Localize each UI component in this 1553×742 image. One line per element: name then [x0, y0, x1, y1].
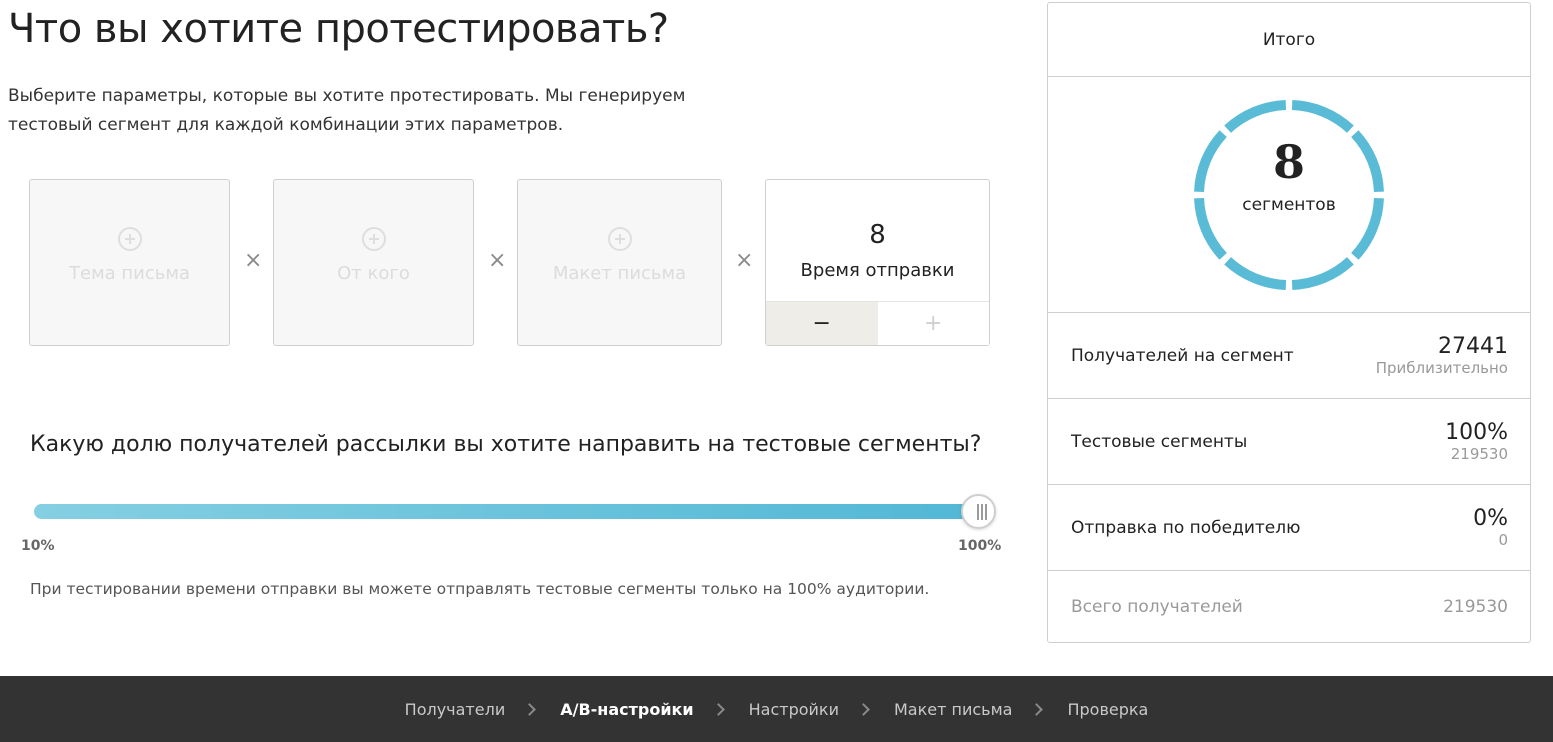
summary-panel: Итого 8 сегментов Получателей на сегмент…: [1047, 2, 1531, 643]
share-slider-track[interactable]: [34, 504, 978, 519]
segments-count: 8: [1272, 135, 1305, 189]
row-value: 219530: [1443, 597, 1508, 617]
segments-label: сегментов: [1242, 195, 1336, 215]
add-circle-icon: [607, 227, 632, 251]
step-recipients[interactable]: Получатели: [405, 700, 506, 719]
multiply-icon: ×: [735, 248, 754, 273]
row-label: Всего получателей: [1071, 597, 1243, 617]
param-card-label: От кого: [337, 263, 410, 284]
row-value: 0%: [1473, 506, 1508, 531]
row-label: Тестовые сегменты: [1071, 432, 1248, 452]
page-description: Выберите параметры, которые вы хотите пр…: [8, 86, 686, 135]
share-note: При тестировании времени отправки вы мож…: [30, 580, 930, 598]
chevron-right-icon: [711, 702, 725, 716]
chevron-right-icon: [1030, 702, 1044, 716]
grip-line: [976, 504, 979, 520]
chevron-right-icon: [523, 702, 537, 716]
share-slider-handle[interactable]: [960, 494, 996, 529]
param-card-from[interactable]: От кого: [273, 179, 474, 346]
summary-row-total: Всего получателей 219530: [1048, 571, 1530, 643]
summary-row-winner-send: Отправка по победителю 0% 0: [1048, 485, 1530, 571]
add-circle-icon: [361, 227, 386, 251]
row-label: Получателей на сегмент: [1071, 346, 1294, 366]
send-time-count: 8: [869, 220, 886, 250]
ring-segment: [1224, 100, 1287, 133]
chevron-right-icon: [857, 702, 870, 716]
wizard-steps: Получатели A/B-настройки Настройки Макет…: [0, 676, 1553, 742]
summary-row-test-segments: Тестовые сегменты 100% 219530: [1048, 399, 1530, 485]
ring-segment: [1224, 257, 1287, 290]
step-ab-settings[interactable]: A/B-настройки: [560, 700, 693, 719]
row-subvalue: 0: [1498, 531, 1508, 549]
row-value: 100%: [1445, 420, 1508, 445]
step-review[interactable]: Проверка: [1067, 700, 1148, 719]
step-email-layout[interactable]: Макет письма: [894, 700, 1012, 719]
slider-max-label: 100%: [958, 538, 1002, 554]
decrement-button[interactable]: −: [766, 302, 878, 345]
param-card-send-time: 8 Время отправки − +: [765, 179, 990, 346]
row-label: Отправка по победителю: [1071, 518, 1301, 538]
multiply-icon: ×: [244, 248, 263, 273]
share-question: Какую долю получателей рассылки вы хотит…: [30, 432, 982, 457]
row-subvalue: 219530: [1450, 445, 1508, 463]
param-card-subject[interactable]: Тема письма: [29, 179, 230, 346]
ring-segment: [1291, 100, 1354, 133]
grip-line: [980, 504, 983, 520]
grip-line: [984, 504, 987, 520]
step-settings[interactable]: Настройки: [749, 700, 839, 719]
row-value: 27441: [1438, 334, 1508, 359]
add-circle-icon: [117, 227, 142, 251]
param-card-layout[interactable]: Макет письма: [517, 179, 722, 346]
param-card-label: Макет письма: [552, 263, 687, 284]
page-title: Что вы хотите протестировать?: [8, 6, 669, 52]
row-subvalue: Приблизительно: [1375, 359, 1508, 377]
increment-button[interactable]: +: [877, 302, 989, 345]
summary-title: Итого: [1048, 3, 1530, 77]
summary-row-recipients-per-segment: Получателей на сегмент 27441 Приблизител…: [1048, 313, 1530, 399]
param-card-label: Тема письма: [69, 263, 190, 284]
multiply-icon: ×: [488, 248, 507, 273]
ring-segment: [1291, 257, 1354, 290]
segments-ring: 8 сегментов: [1048, 77, 1530, 313]
send-time-label: Время отправки: [800, 260, 955, 281]
send-time-stepper: − +: [766, 301, 989, 345]
slider-min-label: 10%: [21, 538, 55, 554]
